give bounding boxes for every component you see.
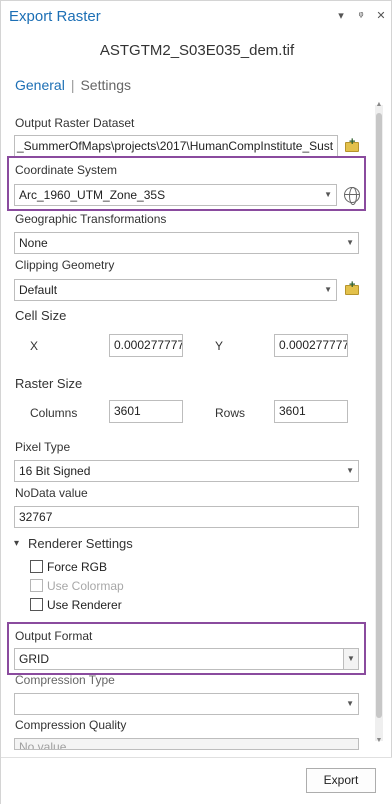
globe-icon[interactable] xyxy=(344,187,360,205)
nodata-label: NoData value xyxy=(15,486,88,500)
cell-size-x-input[interactable]: 0.000277777 xyxy=(109,334,183,357)
chevron-down-icon: ▼ xyxy=(346,699,354,708)
geo-transformations-dropdown[interactable]: None ▼ xyxy=(14,232,359,254)
use-renderer-checkbox[interactable] xyxy=(30,598,43,611)
pin-icon[interactable]: ᵠ xyxy=(355,9,367,23)
scroll-up-icon[interactable]: ▲ xyxy=(375,101,383,109)
close-icon[interactable]: ✕ xyxy=(375,9,387,23)
scroll-thumb[interactable] xyxy=(376,113,382,718)
use-colormap-checkbox xyxy=(30,579,43,592)
dropdown-icon[interactable]: ▾ xyxy=(335,9,347,23)
output-format-label: Output Format xyxy=(15,629,93,643)
output-format-value: GRID xyxy=(19,652,49,666)
force-rgb-label[interactable]: Force RGB xyxy=(47,560,107,574)
columns-label: Columns xyxy=(30,406,78,420)
chevron-down-icon: ▼ xyxy=(343,649,358,669)
cell-size-y-input[interactable]: 0.000277777 xyxy=(274,334,348,357)
cell-size-label: Cell Size xyxy=(15,308,67,323)
clipping-geometry-label: Clipping Geometry xyxy=(15,258,115,272)
compression-quality-label: Compression Quality xyxy=(15,718,127,732)
renderer-settings-header[interactable]: Renderer Settings xyxy=(28,536,133,551)
pixel-type-value: 16 Bit Signed xyxy=(19,464,91,478)
cell-size-y-label: Y xyxy=(215,339,224,353)
export-button[interactable]: Export xyxy=(306,768,376,793)
scroll-down-icon[interactable]: ▼ xyxy=(375,737,383,745)
chevron-down-icon: ▼ xyxy=(324,285,332,294)
chevron-down-icon: ▼ xyxy=(324,190,332,199)
tab-separator: | xyxy=(70,77,75,93)
compression-quality-input[interactable]: No value xyxy=(14,738,359,750)
collapse-arrow-icon[interactable]: ▾ xyxy=(14,538,19,549)
force-rgb-checkbox[interactable] xyxy=(30,560,43,573)
title-bar: Export Raster ▾ ᵠ ✕ xyxy=(1,1,392,33)
output-format-dropdown[interactable]: GRID ▼ xyxy=(14,648,359,670)
use-colormap-label: Use Colormap xyxy=(47,579,124,593)
geo-transformations-label: Geographic Transformations xyxy=(15,212,167,226)
use-renderer-label[interactable]: Use Renderer xyxy=(47,598,122,612)
compression-type-label: Compression Type xyxy=(15,673,115,687)
pixel-type-label: Pixel Type xyxy=(15,440,71,454)
clipping-geometry-value: Default xyxy=(19,283,58,297)
rows-label: Rows xyxy=(215,406,246,420)
clipping-geometry-dropdown[interactable]: Default ▼ xyxy=(14,279,337,301)
chevron-down-icon: ▼ xyxy=(346,238,354,247)
footer: Export xyxy=(1,757,392,804)
columns-input[interactable]: 3601 xyxy=(109,400,183,423)
tool-title: ASTGTM2_S03E035_dem.tif xyxy=(99,42,295,59)
output-raster-label: Output Raster Dataset xyxy=(15,116,135,130)
nodata-input[interactable]: 32767 xyxy=(14,506,359,528)
tab-settings[interactable]: Settings xyxy=(80,77,131,93)
coordinate-system-value: Arc_1960_UTM_Zone_35S xyxy=(19,188,166,202)
chevron-down-icon: ▼ xyxy=(346,466,354,475)
browse-folder-icon[interactable]: + xyxy=(345,137,361,153)
pixel-type-dropdown[interactable]: 16 Bit Signed ▼ xyxy=(14,460,359,482)
geo-transformations-value: None xyxy=(19,236,48,250)
browse-folder-icon[interactable]: + xyxy=(345,280,361,296)
coordinate-system-dropdown[interactable]: Arc_1960_UTM_Zone_35S ▼ xyxy=(14,184,337,206)
output-raster-input[interactable]: _SummerOfMaps\projects\2017\HumanCompIns… xyxy=(14,135,338,157)
pane-title: Export Raster xyxy=(9,8,101,25)
cell-size-x-label: X xyxy=(30,339,39,353)
compression-type-dropdown[interactable]: ▼ xyxy=(14,693,359,715)
tab-bar: General | Settings xyxy=(15,77,131,93)
coordinate-system-label: Coordinate System xyxy=(15,163,118,177)
rows-input[interactable]: 3601 xyxy=(274,400,348,423)
raster-size-label: Raster Size xyxy=(15,376,83,391)
export-raster-pane: Export Raster ▾ ᵠ ✕ ASTGTM2_S03E035_dem.… xyxy=(0,0,392,804)
tab-general[interactable]: General xyxy=(15,77,65,93)
